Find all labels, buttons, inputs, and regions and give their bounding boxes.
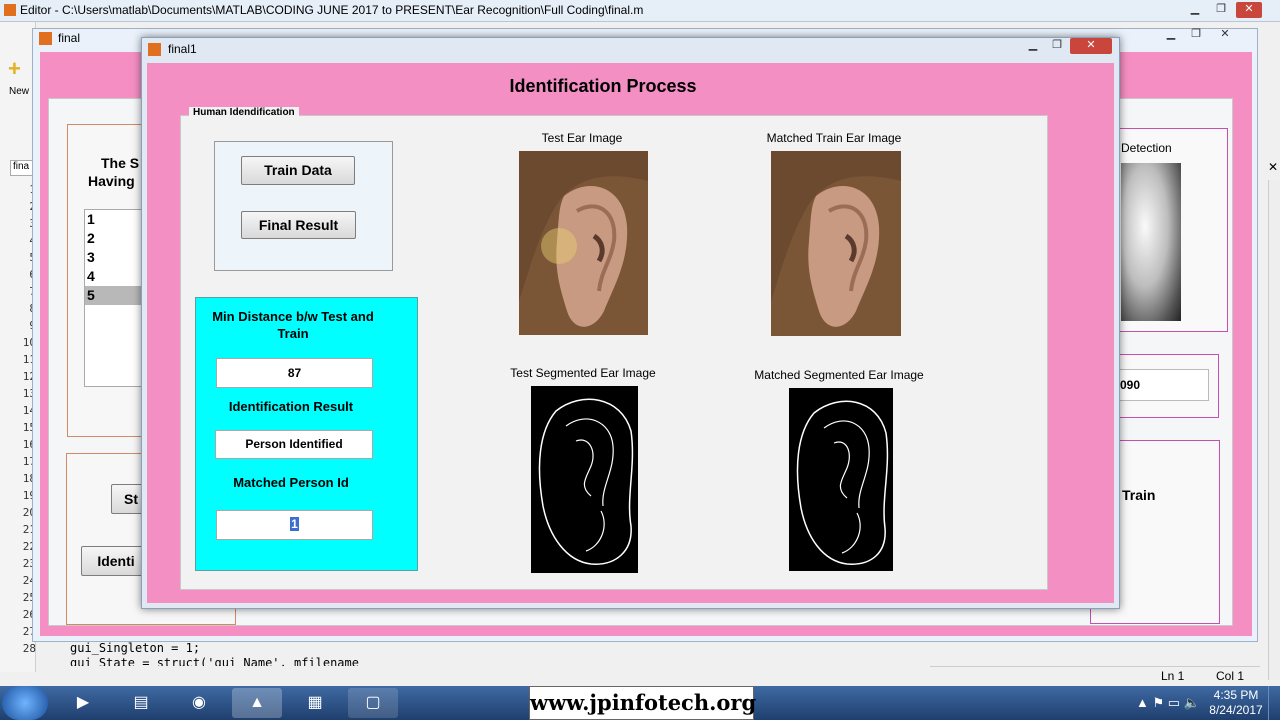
editor-statusbar: Ln 1 Col 1 [930,666,1260,684]
status-col: Col 1 [1216,669,1245,683]
status-line: Ln 1 [1161,669,1185,683]
chrome-icon[interactable]: ◉ [174,688,224,718]
matched-segmented-caption: Matched Segmented Ear Image [754,368,924,382]
detection-label: Detection [1121,141,1172,155]
train-data-button[interactable]: Train Data [241,156,355,185]
editor-scrollbar[interactable] [1268,180,1280,680]
tray-icons[interactable]: ▲ ⚑ ▭ 🔈 [1136,695,1200,711]
editor-title: Editor - C:\Users\matlab\Documents\MATLA… [20,3,644,17]
minimize-icon[interactable]: ▁ [1182,2,1208,18]
tray-time: 4:35 PM [1213,688,1259,702]
min-distance-label: Min Distance b/w Test and Train [212,309,374,341]
test-segmented-ear-image [531,386,638,573]
code-line-28: gui_Singleton = 1; [70,641,201,655]
start-icon[interactable] [2,686,48,720]
maximize-icon[interactable]: ❐ [1208,2,1234,18]
explorer-icon[interactable]: ▤ [116,688,166,718]
matched-person-value: 1 [290,517,299,531]
window-taskbar-icon[interactable]: ▢ [348,688,398,718]
final1-window-title: final1 [168,42,197,56]
panel-close-icon[interactable]: ✕ [1268,160,1280,174]
left-panel-text-2: Having [88,173,135,189]
final1-close-icon[interactable]: ✕ [1070,38,1112,54]
page-title: Identification Process [509,76,697,96]
right-train-label: Train [1122,487,1156,503]
tray-date: 8/24/2017 [1209,703,1263,717]
editor-titlebar: Editor - C:\Users\matlab\Documents\MATLA… [0,0,1280,22]
matlab-icon [4,4,16,16]
matched-train-ear-image [771,151,901,336]
app-taskbar-icon[interactable]: ▦ [290,688,340,718]
final-minimize-icon[interactable]: ▁ [1158,27,1184,43]
final-maximize-icon[interactable]: ❐ [1183,27,1209,43]
watermark: www.jpinfotech.org [529,686,756,720]
matched-person-label: Matched Person Id [233,475,349,490]
left-panel-text-1: The S [101,155,140,171]
test-segmented-caption: Test Segmented Ear Image [510,366,656,380]
final-matlab-icon [39,32,52,45]
matched-train-caption: Matched Train Ear Image [766,131,902,145]
final-right-detection-panel: Detection [1110,128,1228,332]
final-close-icon[interactable]: ✕ [1212,27,1238,43]
matched-person-field[interactable]: 1 [216,510,373,540]
test-ear-image [519,151,648,335]
new-label[interactable]: New [9,86,29,97]
tray-clock[interactable]: 4:35 PM 8/24/2017 [1206,688,1266,718]
show-desktop-button[interactable] [1268,686,1280,720]
identification-result-field[interactable]: Person Identified [215,430,373,459]
matched-segmented-ear-image [789,388,893,571]
final1-maximize-icon[interactable]: ❐ [1044,38,1070,54]
result-panel: Min Distance b/w Test and Train 87 Ident… [195,297,418,571]
final-result-button[interactable]: Final Result [241,211,356,239]
close-icon[interactable]: ✕ [1236,2,1262,18]
final1-minimize-icon[interactable]: ▁ [1020,38,1046,54]
button-panel: Train Data Final Result [214,141,393,271]
code-line-29: gui_State = struct('gui_Name', mfilename [70,656,359,666]
min-distance-field[interactable]: 87 [216,358,373,388]
detection-ear-image [1121,163,1181,321]
group-label: Human Idendification [189,107,299,118]
editor-tab[interactable]: fina [10,160,34,176]
final1-matlab-icon [148,43,161,56]
final-window-title: final [58,31,81,45]
new-plus-icon[interactable]: + [8,56,21,82]
identification-result-label: Identification Result [228,399,354,414]
test-ear-caption: Test Ear Image [541,131,623,145]
matlab-taskbar-icon[interactable]: ▲ [232,688,282,718]
media-player-icon[interactable]: ▶ [58,688,108,718]
